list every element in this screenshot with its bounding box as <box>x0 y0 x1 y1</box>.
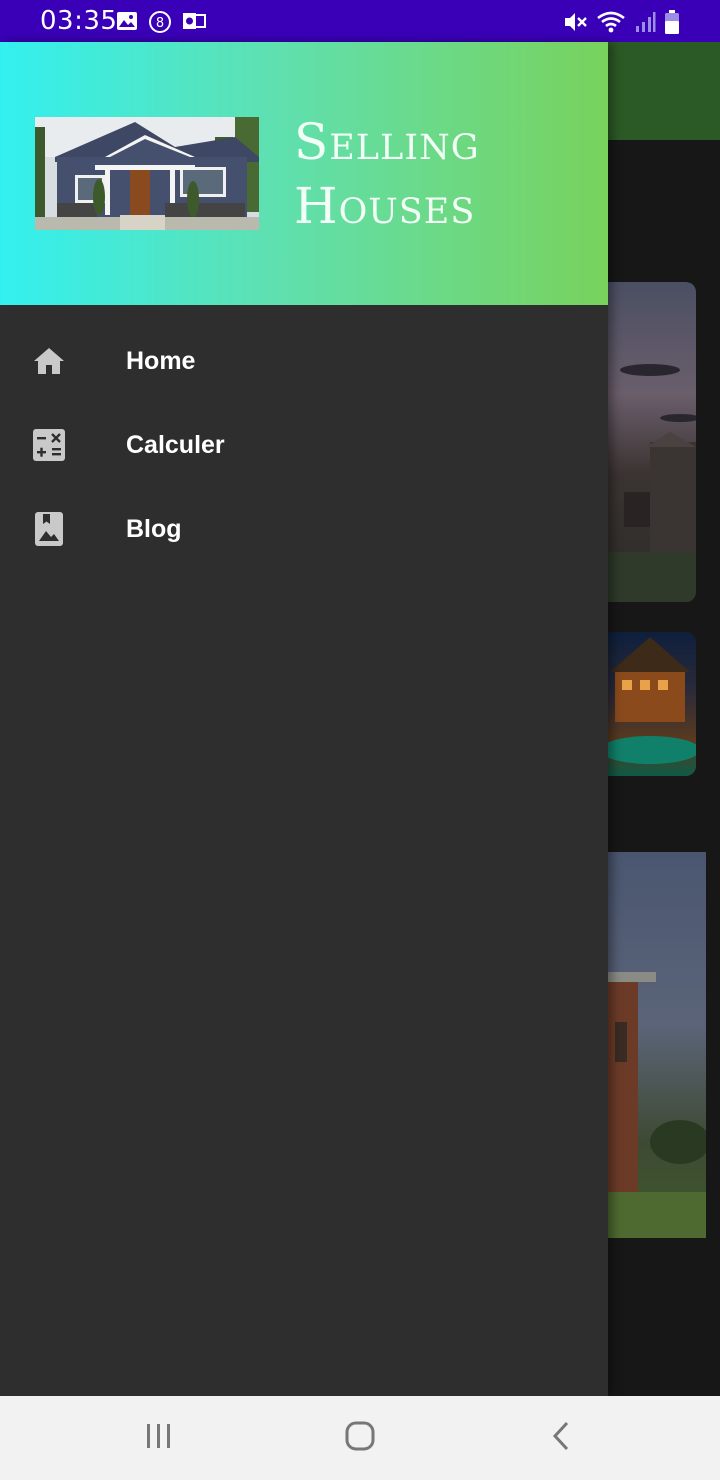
drawer-item-calculer-label: Calculer <box>126 430 225 459</box>
battery-icon <box>664 9 680 39</box>
app-title-line-1: Selling <box>294 113 480 171</box>
app-title: Selling Houses <box>294 110 594 238</box>
drawer-item-blog-label: Blog <box>126 514 182 543</box>
drawer-item-home-label: Home <box>126 346 196 375</box>
back-icon <box>549 1420 573 1456</box>
drawer-header: Selling Houses <box>0 42 608 305</box>
status-time: 03:35 <box>40 6 118 36</box>
back-button[interactable] <box>541 1418 581 1458</box>
navigation-drawer: Selling Houses Home Calculer Blog <box>0 42 608 1396</box>
app-title-line-2: Houses <box>294 177 476 235</box>
drawer-item-blog[interactable]: Blog <box>0 487 608 571</box>
recent-apps-icon <box>144 1422 174 1454</box>
home-icon <box>32 344 66 378</box>
header-house-image <box>35 117 259 230</box>
wifi-icon <box>596 10 626 38</box>
signal-icon <box>634 10 656 38</box>
status-right-icons <box>562 9 680 39</box>
svg-text:8: 8 <box>156 16 164 31</box>
recent-apps-button[interactable] <box>139 1418 179 1458</box>
screen: 03:35 8 Selling Houses Home Calculer Blo… <box>0 0 720 1480</box>
calculator-icon <box>32 428 66 462</box>
photo-bookmark-icon <box>32 512 66 546</box>
status-left-icons: 8 <box>116 10 206 38</box>
drawer-item-calculer[interactable]: Calculer <box>0 403 608 487</box>
outlook-icon <box>182 10 206 38</box>
home-circle-icon <box>344 1420 376 1456</box>
notification-8-icon: 8 <box>148 10 172 38</box>
home-button[interactable] <box>340 1418 380 1458</box>
system-nav-bar <box>0 1396 720 1480</box>
drawer-menu: Home Calculer Blog <box>0 319 608 571</box>
status-bar: 03:35 8 <box>0 0 720 42</box>
mute-vibrate-icon <box>562 10 588 38</box>
image-icon <box>116 10 138 38</box>
drawer-item-home[interactable]: Home <box>0 319 608 403</box>
